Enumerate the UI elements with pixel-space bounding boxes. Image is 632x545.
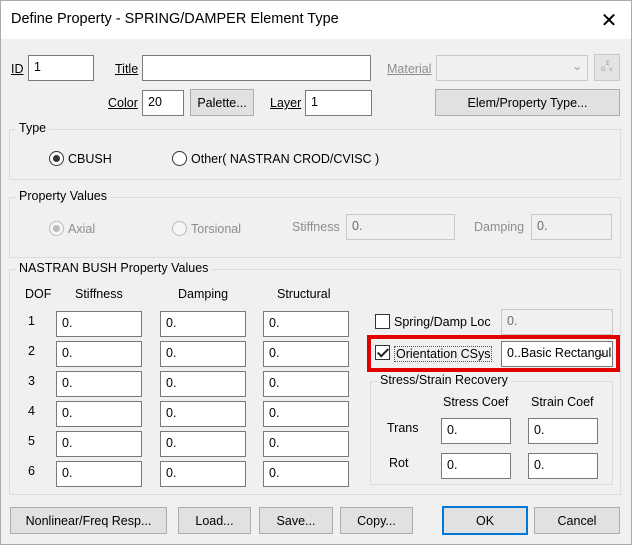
dof-label: 2 xyxy=(28,344,35,358)
cbush-radio[interactable] xyxy=(49,151,64,166)
pv-stiffness-field[interactable]: 0. xyxy=(346,214,455,240)
color-label: Color xyxy=(108,96,138,110)
copy-button[interactable]: Copy... xyxy=(340,507,413,534)
type-group-title: Type xyxy=(16,121,50,135)
title-label: Title xyxy=(115,62,139,76)
color-field[interactable]: 20 xyxy=(142,90,184,116)
rot-label: Rot xyxy=(389,456,409,470)
chevron-down-icon: ⌄ xyxy=(571,59,582,73)
stiffness-field[interactable]: 0. xyxy=(56,461,142,487)
structural-field[interactable]: 0. xyxy=(263,431,349,457)
id-field[interactable]: 1 xyxy=(28,55,94,81)
title-bar: Define Property - SPRING/DAMPER Element … xyxy=(1,1,631,39)
dof-label: 3 xyxy=(28,374,35,388)
material-select[interactable]: ⌄ xyxy=(436,55,588,81)
stiffness-header: Stiffness xyxy=(75,287,123,301)
elem-property-type-button[interactable]: Elem/Property Type... xyxy=(435,89,620,116)
other-radio[interactable] xyxy=(172,151,187,166)
rot-strain-field[interactable]: 0. xyxy=(528,453,598,479)
trans-stress-field[interactable]: 0. xyxy=(441,418,511,444)
pv-damping-field[interactable]: 0. xyxy=(531,214,612,240)
axial-label: Axial xyxy=(68,222,96,236)
stiffness-field[interactable]: 0. xyxy=(56,431,142,457)
axial-radio[interactable] xyxy=(49,221,64,236)
nonlinear-freq-resp-button[interactable]: Nonlinear/Freq Resp... xyxy=(10,507,167,534)
structural-header: Structural xyxy=(277,287,331,301)
stiffness-field[interactable]: 0. xyxy=(56,401,142,427)
ok-button[interactable]: OK xyxy=(442,506,528,535)
spring-damp-loc-label: Spring/Damp Loc xyxy=(394,315,491,329)
orientation-csys-select[interactable]: 0..Basic Rectangular ⌄ xyxy=(501,341,613,367)
layer-label: Layer xyxy=(270,96,302,110)
stiffness-field[interactable]: 0. xyxy=(56,371,142,397)
damping-field[interactable]: 0. xyxy=(160,461,246,487)
window-title: Define Property - SPRING/DAMPER Element … xyxy=(11,11,339,27)
damping-field[interactable]: 0. xyxy=(160,341,246,367)
svg-text:G: G xyxy=(601,66,606,73)
structural-field[interactable]: 0. xyxy=(263,461,349,487)
stiffness-field[interactable]: 0. xyxy=(56,311,142,337)
spring-damp-loc-field[interactable]: 0. xyxy=(501,309,613,335)
torsional-radio[interactable] xyxy=(172,221,187,236)
material-label: Material xyxy=(387,62,432,76)
title-field[interactable] xyxy=(142,55,371,81)
spring-damp-loc-checkbox[interactable] xyxy=(375,314,390,329)
material-browse-icon[interactable]: E G v xyxy=(594,54,620,81)
palette-button[interactable]: Palette... xyxy=(190,89,254,116)
dof-header: DOF xyxy=(25,287,52,301)
damping-field[interactable]: 0. xyxy=(160,311,246,337)
stress-strain-recovery-title: Stress/Strain Recovery xyxy=(377,373,511,387)
rot-stress-field[interactable]: 0. xyxy=(441,453,511,479)
define-property-dialog: Define Property - SPRING/DAMPER Element … xyxy=(0,0,632,545)
dof-label: 6 xyxy=(28,464,35,478)
orientation-csys-label: Orientation CSys xyxy=(394,346,493,362)
save-button[interactable]: Save... xyxy=(259,507,333,534)
nastran-bush-title: NASTRAN BUSH Property Values xyxy=(16,261,212,275)
load-button[interactable]: Load... xyxy=(178,507,251,534)
strain-coef-header: Strain Coef xyxy=(531,395,594,409)
cbush-label: CBUSH xyxy=(68,152,112,166)
damping-field[interactable]: 0. xyxy=(160,371,246,397)
structural-field[interactable]: 0. xyxy=(263,401,349,427)
damping-field[interactable]: 0. xyxy=(160,431,246,457)
dof-label: 5 xyxy=(28,434,35,448)
stiffness-field[interactable]: 0. xyxy=(56,341,142,367)
pv-damping-label: Damping xyxy=(474,220,525,234)
svg-text:v: v xyxy=(609,66,613,73)
damping-field[interactable]: 0. xyxy=(160,401,246,427)
orientation-csys-checkbox[interactable] xyxy=(375,345,390,360)
structural-field[interactable]: 0. xyxy=(263,311,349,337)
other-label: Other( NASTRAN CROD/CVISC ) xyxy=(191,152,380,166)
torsional-label: Torsional xyxy=(191,222,242,236)
trans-label: Trans xyxy=(387,421,419,435)
structural-field[interactable]: 0. xyxy=(263,341,349,367)
dof-label: 1 xyxy=(28,314,35,328)
chevron-down-icon: ⌄ xyxy=(596,345,607,359)
id-label: ID xyxy=(11,62,24,76)
damping-header: Damping xyxy=(178,287,229,301)
stress-coef-header: Stress Coef xyxy=(443,395,509,409)
property-values-title: Property Values xyxy=(16,189,111,203)
layer-field[interactable]: 1 xyxy=(305,90,372,116)
structural-field[interactable]: 0. xyxy=(263,371,349,397)
close-icon[interactable]: ✕ xyxy=(597,8,621,32)
dof-label: 4 xyxy=(28,404,35,418)
cancel-button[interactable]: Cancel xyxy=(534,507,620,534)
trans-strain-field[interactable]: 0. xyxy=(528,418,598,444)
pv-stiffness-label: Stiffness xyxy=(292,220,340,234)
